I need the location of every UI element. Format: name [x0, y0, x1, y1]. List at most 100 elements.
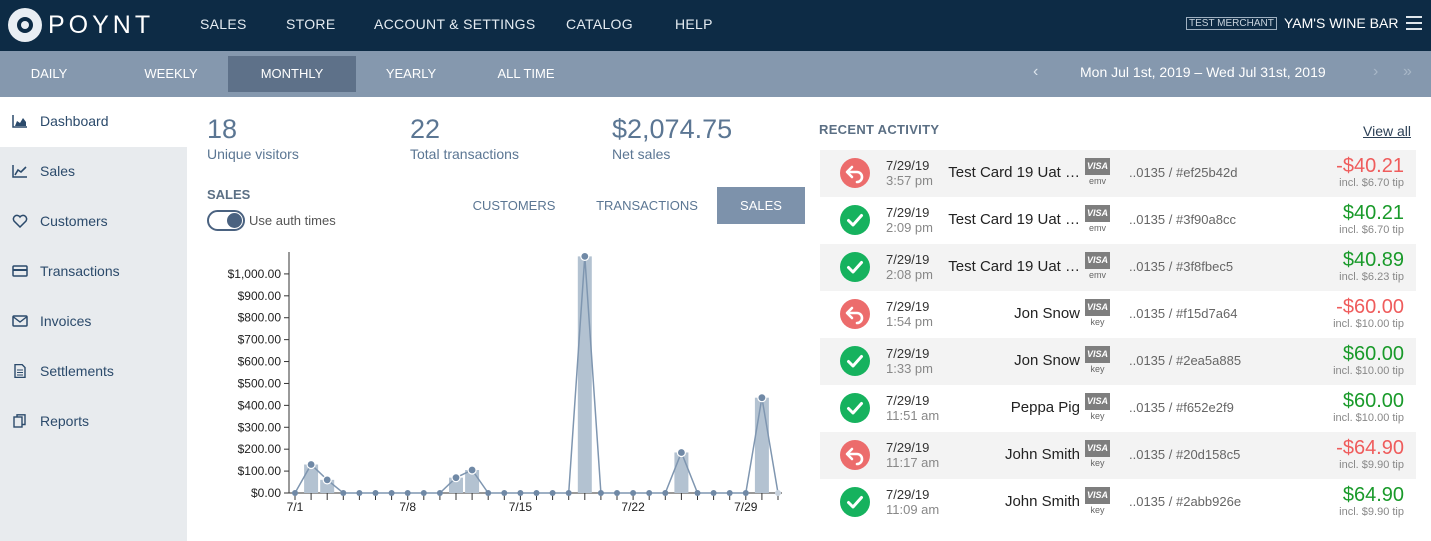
sales-point [726, 490, 733, 496]
sales-bar [674, 452, 689, 493]
period-weekly[interactable]: WEEKLY [122, 56, 220, 92]
auth-times-label: Use auth times [249, 213, 336, 228]
card-brand: VISA [1085, 346, 1110, 363]
area-chart-icon [12, 115, 27, 128]
refund-arrow-icon [840, 299, 870, 329]
sidebar-item-invoices[interactable]: Invoices [0, 297, 187, 347]
sales-point [676, 447, 686, 458]
period-yearly[interactable]: YEARLY [362, 56, 460, 92]
card-brand: VISA [1085, 393, 1110, 410]
sales-bar [577, 256, 592, 493]
period-all-time[interactable]: ALL TIME [476, 56, 576, 92]
sales-point [662, 490, 669, 496]
line-chart-icon [12, 165, 27, 178]
sidebar-item-customers[interactable]: Customers [0, 197, 187, 247]
sales-point [485, 490, 492, 496]
activity-row[interactable]: 7/29/19 3:57 pm Test Card 19 Uat … VISA emv.… [820, 150, 1416, 197]
envelope-icon [12, 315, 28, 327]
sales-point [420, 490, 427, 496]
activity-row[interactable]: 7/29/19 1:54 pm Jon Snow VISA key ..0135 / #f… [820, 291, 1416, 338]
merchant-name[interactable]: YAM'S WINE BAR [1284, 15, 1398, 31]
visa-card-icon: VISA key [1085, 393, 1110, 421]
unique-visitors-value: 18 [207, 114, 238, 144]
sales-point [597, 490, 604, 496]
sidebar-item-settlements[interactable]: Settlements [0, 347, 187, 397]
card-entry-mode: key [1090, 317, 1105, 327]
activity-amount: -$60.00 [1336, 296, 1404, 318]
last-period-icon[interactable]: » [1403, 63, 1412, 81]
nav-catalog[interactable]: CATALOG [566, 0, 675, 51]
sidebar-item-sales[interactable]: Sales [0, 147, 187, 197]
activity-date: 7/29/19 [886, 158, 930, 173]
activity-tip: incl. $10.00 tip [1333, 318, 1404, 330]
sidebar-item-label: Customers [40, 213, 108, 229]
sidebar-item-transactions[interactable]: Transactions [0, 247, 187, 297]
sales-point [436, 490, 443, 496]
activity-row[interactable]: 7/29/19 11:51 am Peppa Pig VISA key ..0135 / … [820, 385, 1416, 432]
y-tick-label: $700.00 [238, 333, 282, 347]
y-tick-label: $0.00 [251, 486, 281, 500]
x-tick-label: 7/1 [287, 500, 304, 514]
x-tick-label: 7/29 [734, 500, 758, 514]
period-daily[interactable]: DAILY [0, 56, 98, 92]
sales-chart: $0.00 $100.00 $200.00 $300.00 $400.00 $500.00… [228, 251, 782, 514]
activity-customer-name: Test Card 19 Uat … [948, 164, 1080, 181]
card-entry-mode: key [1090, 364, 1105, 374]
auth-times-toggle[interactable] [207, 210, 245, 231]
sales-point [292, 490, 298, 496]
brand-name[interactable]: POYNT [48, 11, 154, 40]
poynt-logo-icon[interactable] [8, 8, 42, 42]
activity-amount: -$40.21 [1336, 155, 1404, 177]
next-period-icon[interactable]: › [1373, 63, 1378, 81]
y-tick-label: $400.00 [238, 398, 282, 412]
x-tick-label: 7/8 [399, 500, 416, 514]
period-monthly[interactable]: MONTHLY [228, 56, 356, 92]
activity-row[interactable]: 7/29/19 11:09 am John Smith VISA key ..0135 /… [820, 479, 1416, 526]
activity-customer-name: Peppa Pig [1010, 399, 1080, 416]
nav-sales[interactable]: SALES [200, 0, 286, 51]
visa-card-icon: VISA emv [1085, 205, 1110, 233]
prev-period-icon[interactable]: ‹ [1033, 63, 1038, 81]
activity-row[interactable]: 7/29/19 11:17 am John Smith VISA key ..0135 /… [820, 432, 1416, 479]
activity-row[interactable]: 7/29/19 2:09 pm Test Card 19 Uat … VISA emv.… [820, 197, 1416, 244]
nav-account-settings[interactable]: ACCOUNT & SETTINGS [374, 0, 566, 51]
y-tick-label: $900.00 [238, 289, 282, 303]
activity-tip: incl. $10.00 tip [1333, 365, 1404, 377]
nav-store[interactable]: STORE [286, 0, 374, 51]
tab-sales[interactable]: SALES [717, 187, 805, 224]
activity-row[interactable]: 7/29/19 1:33 pm Jon Snow VISA key ..0135 / #2… [820, 338, 1416, 385]
sales-point [306, 459, 316, 470]
activity-reference: ..0135 / #20d158c5 [1129, 447, 1241, 462]
sidebar-item-dashboard[interactable]: Dashboard [0, 97, 187, 147]
sales-point [517, 490, 524, 496]
card-brand: VISA [1085, 158, 1110, 175]
sidebar-item-reports[interactable]: Reports [0, 397, 187, 447]
y-tick-label: $600.00 [238, 355, 282, 369]
activity-time: 1:54 pm [886, 314, 933, 329]
activity-time: 2:09 pm [886, 220, 933, 235]
period-bar: DAILY WEEKLY MONTHLY YEARLY ALL TIME ‹ M… [0, 51, 1431, 97]
card-entry-mode: emv [1088, 270, 1106, 280]
sales-line [294, 256, 779, 494]
activity-customer-name: Jon Snow [1014, 305, 1080, 322]
sidebar-item-label: Invoices [40, 313, 92, 329]
activity-customer-name: John Smith [1004, 446, 1080, 463]
tab-transactions[interactable]: TRANSACTIONS [588, 187, 706, 224]
card-brand: VISA [1085, 440, 1110, 457]
activity-row[interactable]: 7/29/19 2:08 pm Test Card 19 Uat … VISA emv.… [820, 244, 1416, 291]
sales-point [614, 490, 620, 496]
hamburger-menu-icon[interactable] [1406, 16, 1422, 30]
view-all-link[interactable]: View all [1363, 123, 1411, 139]
activity-amount: $60.00 [1342, 343, 1404, 365]
sales-point [757, 393, 767, 403]
y-tick-label: $200.00 [238, 442, 282, 456]
nav-help[interactable]: HELP [675, 0, 735, 51]
sales-point [451, 473, 461, 483]
tab-customers[interactable]: CUSTOMERS [455, 187, 573, 224]
unique-visitors-label: Unique visitors [207, 146, 299, 162]
activity-time: 11:17 am [886, 455, 940, 470]
activity-reference: ..0135 / #ef25b42d [1129, 165, 1238, 180]
sales-bar [754, 397, 769, 493]
activity-customer-name: John Smith [1004, 493, 1080, 510]
activity-reference: ..0135 / #3f90a8cc [1129, 212, 1236, 227]
